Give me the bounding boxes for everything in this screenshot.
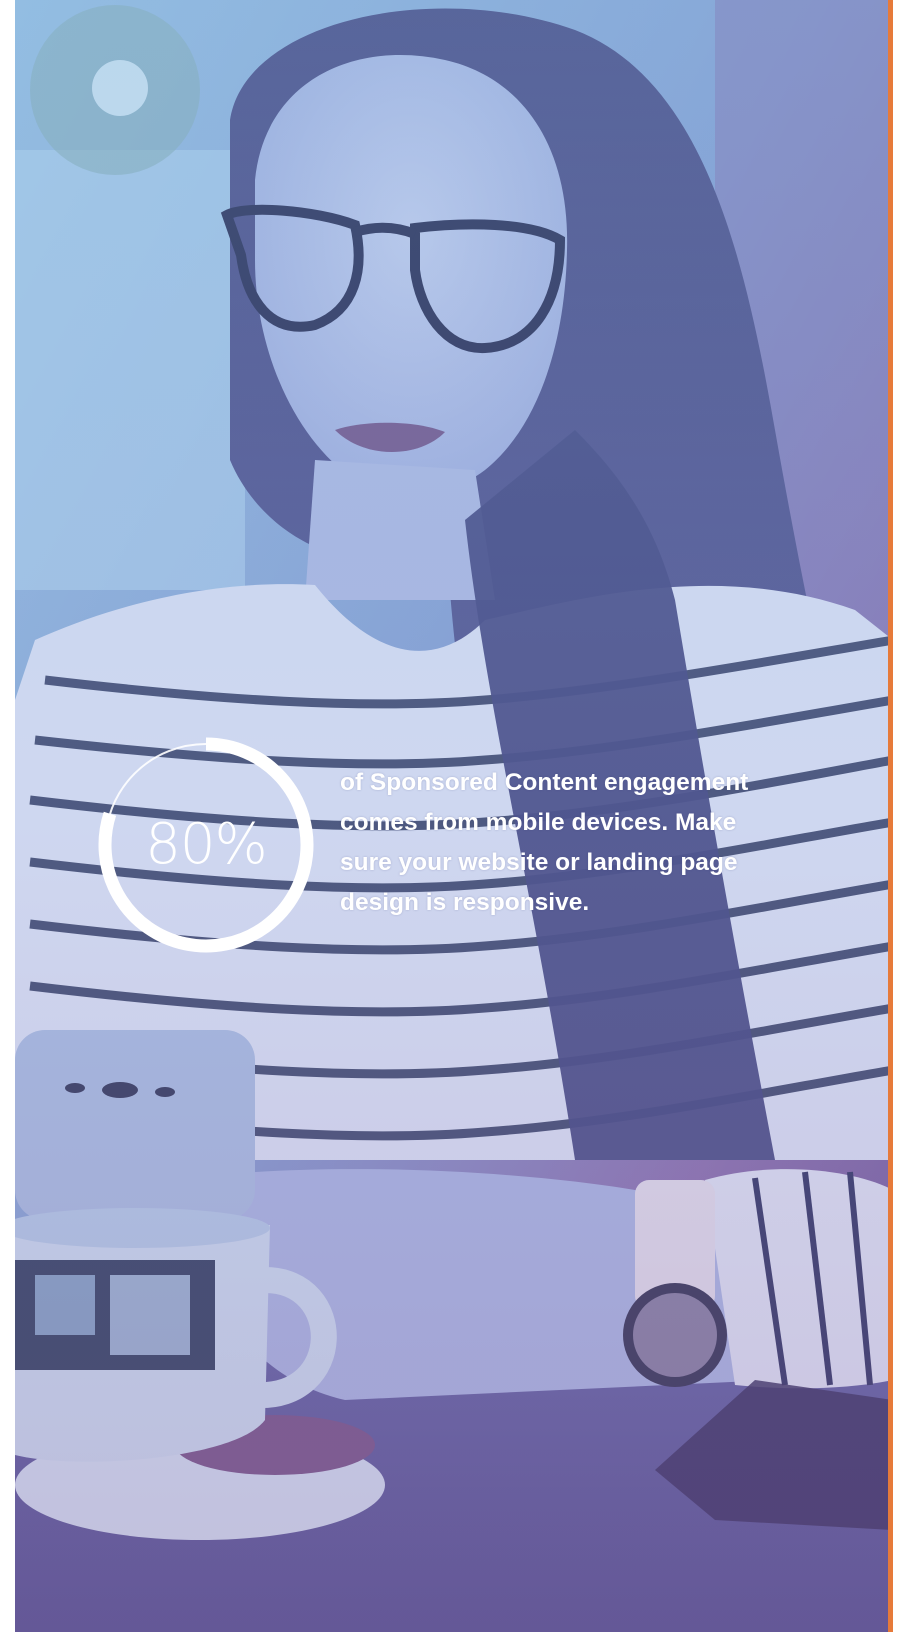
stat-value: 80%	[145, 812, 267, 877]
accent-edge	[888, 0, 893, 1632]
stat-block: 80% of Sponsored Content engagement come…	[91, 730, 791, 960]
hero-card: 80% of Sponsored Content engagement come…	[15, 0, 893, 1632]
stat-description: of Sponsored Content engagement comes fr…	[340, 769, 749, 916]
